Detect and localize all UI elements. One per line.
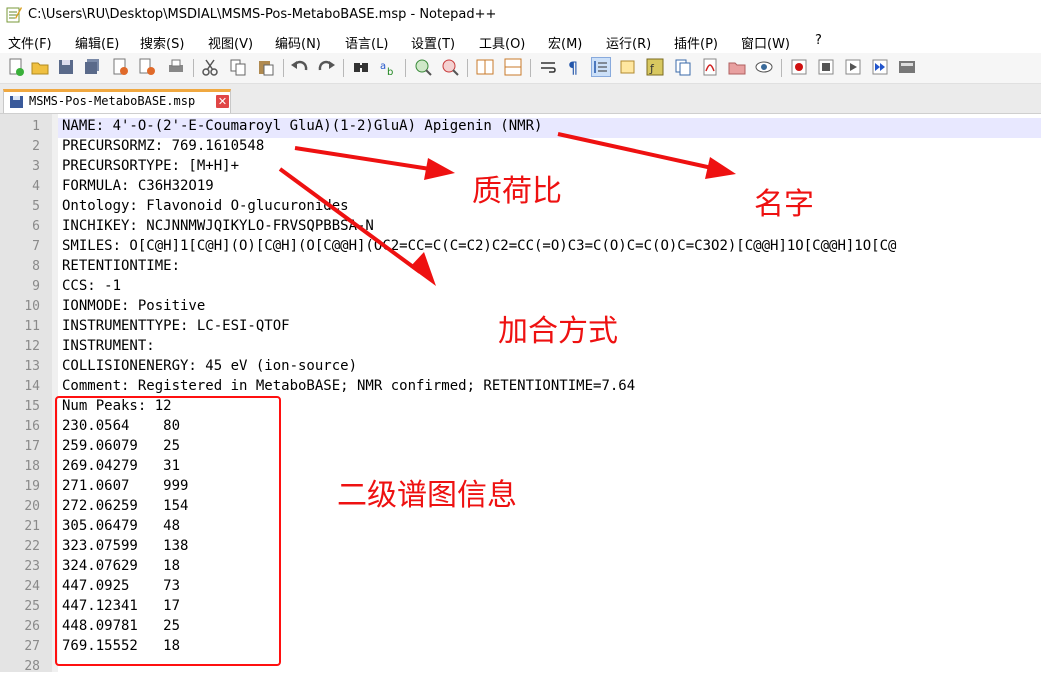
sync-vertical-icon[interactable] xyxy=(475,57,495,77)
folder-icon[interactable] xyxy=(727,57,747,77)
menu-macro[interactable]: 宏(M) xyxy=(548,33,582,52)
zoom-in-icon[interactable] xyxy=(413,57,433,77)
close-icon[interactable] xyxy=(110,57,130,77)
menu-help[interactable]: ? xyxy=(815,33,822,48)
record-macro-icon[interactable] xyxy=(789,57,809,77)
toolbar-separator xyxy=(405,59,406,77)
window-title: C:\Users\RU\Desktop\MSDIAL\MSMS-Pos-Meta… xyxy=(28,7,497,22)
word-wrap-icon[interactable] xyxy=(538,57,558,77)
menu-view[interactable]: 视图(V) xyxy=(208,33,253,52)
close-all-icon[interactable] xyxy=(137,57,157,77)
run-macro-multiple-icon[interactable] xyxy=(870,57,890,77)
arrowhead-mz xyxy=(424,158,455,180)
menu-settings[interactable]: 设置(T) xyxy=(411,33,455,52)
replace-icon[interactable]: ab xyxy=(378,57,398,78)
function-list-icon[interactable]: ƒ xyxy=(645,57,665,77)
arrowhead-name xyxy=(705,157,736,179)
save-icon[interactable] xyxy=(56,57,76,77)
copy-icon[interactable] xyxy=(228,57,248,77)
svg-text:a: a xyxy=(380,61,386,72)
stop-macro-icon[interactable] xyxy=(816,57,836,77)
show-all-chars-icon[interactable]: ¶ xyxy=(564,57,584,77)
menu-edit[interactable]: 编辑(E) xyxy=(75,33,119,52)
menu-search[interactable]: 搜索(S) xyxy=(140,33,184,52)
toolbar-separator xyxy=(781,59,782,77)
paste-icon[interactable] xyxy=(256,57,276,77)
play-macro-icon[interactable] xyxy=(843,57,863,77)
svg-text:b: b xyxy=(387,67,393,77)
arrow-to-name xyxy=(557,132,713,170)
indent-guide-icon[interactable] xyxy=(591,57,611,77)
tab-msms-file[interactable]: MSMS-Pos-MetaboBASE.msp ✕ xyxy=(3,89,231,113)
toolbar-separator xyxy=(467,59,468,77)
annotation-arrows xyxy=(278,132,736,286)
toolbar-separator xyxy=(343,59,344,77)
document-map-icon[interactable] xyxy=(618,57,638,77)
arrow-to-adduct xyxy=(278,167,422,274)
toolbar-separator xyxy=(283,59,284,77)
arrowhead-adduct xyxy=(410,252,436,286)
tab-label: MSMS-Pos-MetaboBASE.msp xyxy=(29,94,196,108)
redo-icon[interactable] xyxy=(316,57,336,77)
tab-bar: MSMS-Pos-MetaboBASE.msp ✕ xyxy=(0,84,1041,114)
print-icon[interactable] xyxy=(166,57,186,77)
toolbar: ab ¶ ƒ xyxy=(0,53,1041,84)
toolbar-separator xyxy=(193,59,194,77)
svg-text:¶: ¶ xyxy=(568,58,578,77)
menu-language[interactable]: 语言(L) xyxy=(345,33,388,52)
save-macro-icon[interactable] xyxy=(897,57,917,77)
sync-horizontal-icon[interactable] xyxy=(503,57,523,77)
open-file-icon[interactable] xyxy=(30,57,50,77)
menu-tools[interactable]: 工具(O) xyxy=(479,33,525,52)
arrow-to-mz xyxy=(294,146,431,171)
toolbar-separator xyxy=(530,59,531,77)
pdf-icon[interactable] xyxy=(700,57,720,77)
save-all-icon[interactable] xyxy=(82,57,102,77)
cut-icon[interactable] xyxy=(200,57,220,77)
undo-icon[interactable] xyxy=(290,57,310,77)
menu-bar: 文件(F) 编辑(E) 搜索(S) 视图(V) 编码(N) 语言(L) 设置(T… xyxy=(0,30,1041,52)
notepadpp-app-icon xyxy=(6,7,22,23)
save-icon xyxy=(10,96,23,108)
title-bar: C:\Users\RU\Desktop\MSDIAL\MSMS-Pos-Meta… xyxy=(0,0,1041,30)
monitoring-icon[interactable] xyxy=(754,57,774,77)
menu-encoding[interactable]: 编码(N) xyxy=(275,33,321,52)
find-icon[interactable] xyxy=(351,57,371,77)
zoom-out-icon[interactable] xyxy=(440,57,460,77)
editor[interactable]: 1 2 3 4 5 6 7 8 9 10 11 12 13 14 15 16 17 18 19 20 21 22 23 24 2… xyxy=(0,114,1041,674)
tab-close-icon[interactable]: ✕ xyxy=(216,95,229,108)
new-file-icon[interactable] xyxy=(6,57,26,77)
menu-run[interactable]: 运行(R) xyxy=(606,33,651,52)
menu-window[interactable]: 窗口(W) xyxy=(741,33,790,52)
menu-plugins[interactable]: 插件(P) xyxy=(674,33,718,52)
menu-file[interactable]: 文件(F) xyxy=(8,33,52,52)
folder-workspace-icon[interactable] xyxy=(673,57,693,77)
